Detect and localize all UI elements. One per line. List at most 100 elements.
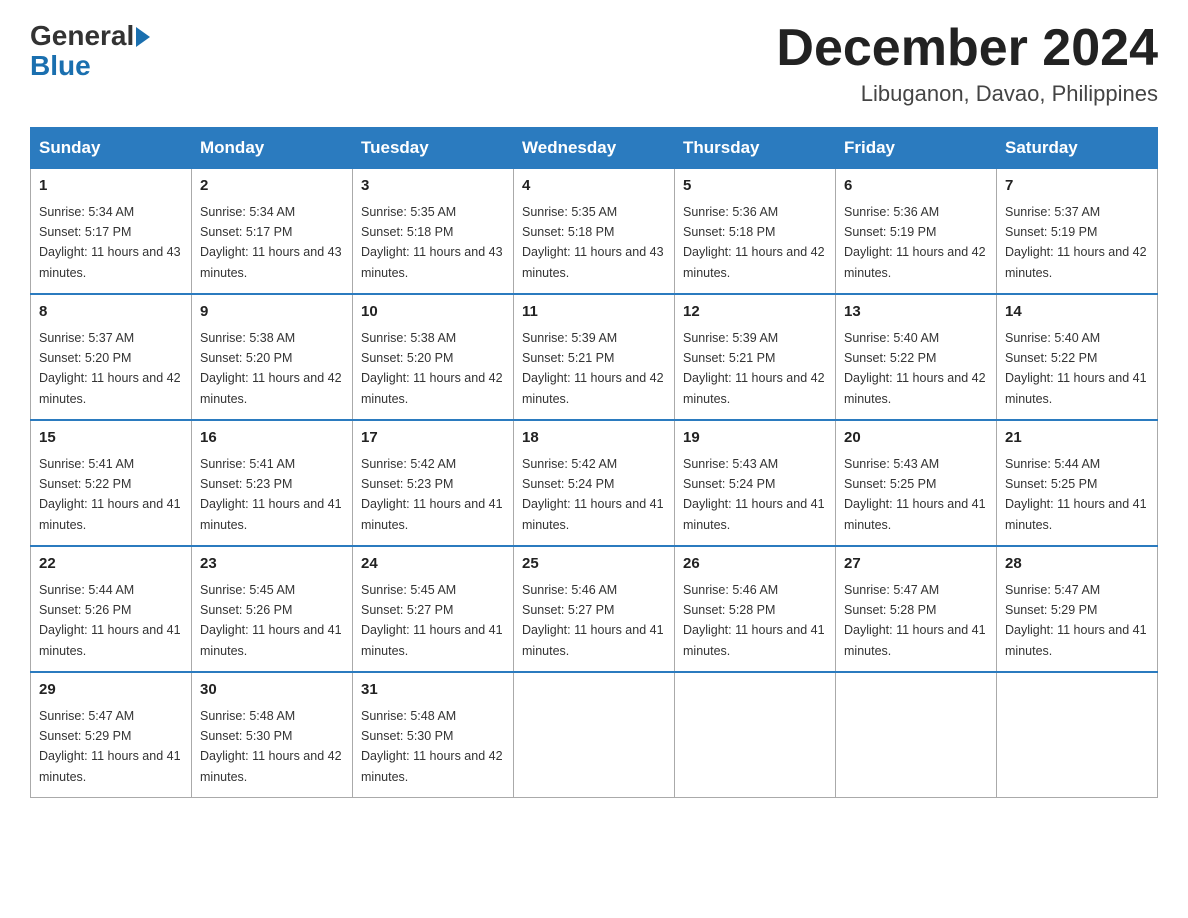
calendar-header-saturday: Saturday — [997, 128, 1158, 169]
day-info: Sunrise: 5:43 AMSunset: 5:25 PMDaylight:… — [844, 457, 986, 532]
logo-blue-part — [134, 25, 150, 47]
calendar-cell: 3 Sunrise: 5:35 AMSunset: 5:18 PMDayligh… — [353, 169, 514, 295]
day-number: 22 — [39, 553, 183, 576]
day-number: 25 — [522, 553, 666, 576]
calendar-cell: 25 Sunrise: 5:46 AMSunset: 5:27 PMDaylig… — [514, 546, 675, 672]
day-number: 8 — [39, 301, 183, 324]
day-info: Sunrise: 5:44 AMSunset: 5:25 PMDaylight:… — [1005, 457, 1147, 532]
calendar-cell: 24 Sunrise: 5:45 AMSunset: 5:27 PMDaylig… — [353, 546, 514, 672]
day-number: 28 — [1005, 553, 1149, 576]
day-info: Sunrise: 5:41 AMSunset: 5:22 PMDaylight:… — [39, 457, 181, 532]
day-info: Sunrise: 5:36 AMSunset: 5:19 PMDaylight:… — [844, 205, 986, 280]
day-info: Sunrise: 5:38 AMSunset: 5:20 PMDaylight:… — [361, 331, 503, 406]
calendar-cell — [514, 672, 675, 798]
calendar-cell: 5 Sunrise: 5:36 AMSunset: 5:18 PMDayligh… — [675, 169, 836, 295]
day-number: 16 — [200, 427, 344, 450]
day-info: Sunrise: 5:46 AMSunset: 5:27 PMDaylight:… — [522, 583, 664, 658]
title-section: December 2024 Libuganon, Davao, Philippi… — [776, 20, 1158, 107]
logo-blue-text: Blue — [30, 50, 91, 82]
calendar-week-row: 15 Sunrise: 5:41 AMSunset: 5:22 PMDaylig… — [31, 420, 1158, 546]
calendar-cell: 13 Sunrise: 5:40 AMSunset: 5:22 PMDaylig… — [836, 294, 997, 420]
calendar-cell: 28 Sunrise: 5:47 AMSunset: 5:29 PMDaylig… — [997, 546, 1158, 672]
calendar-header-row: SundayMondayTuesdayWednesdayThursdayFrid… — [31, 128, 1158, 169]
day-number: 18 — [522, 427, 666, 450]
day-info: Sunrise: 5:35 AMSunset: 5:18 PMDaylight:… — [522, 205, 664, 280]
day-number: 6 — [844, 175, 988, 198]
day-number: 24 — [361, 553, 505, 576]
calendar-cell — [675, 672, 836, 798]
calendar-cell: 31 Sunrise: 5:48 AMSunset: 5:30 PMDaylig… — [353, 672, 514, 798]
day-number: 30 — [200, 679, 344, 702]
calendar-cell: 9 Sunrise: 5:38 AMSunset: 5:20 PMDayligh… — [192, 294, 353, 420]
day-info: Sunrise: 5:42 AMSunset: 5:24 PMDaylight:… — [522, 457, 664, 532]
calendar-header-friday: Friday — [836, 128, 997, 169]
calendar-cell: 26 Sunrise: 5:46 AMSunset: 5:28 PMDaylig… — [675, 546, 836, 672]
calendar-cell: 7 Sunrise: 5:37 AMSunset: 5:19 PMDayligh… — [997, 169, 1158, 295]
calendar-cell: 1 Sunrise: 5:34 AMSunset: 5:17 PMDayligh… — [31, 169, 192, 295]
calendar-week-row: 1 Sunrise: 5:34 AMSunset: 5:17 PMDayligh… — [31, 169, 1158, 295]
day-number: 4 — [522, 175, 666, 198]
calendar-cell: 27 Sunrise: 5:47 AMSunset: 5:28 PMDaylig… — [836, 546, 997, 672]
day-info: Sunrise: 5:41 AMSunset: 5:23 PMDaylight:… — [200, 457, 342, 532]
day-info: Sunrise: 5:47 AMSunset: 5:28 PMDaylight:… — [844, 583, 986, 658]
day-number: 3 — [361, 175, 505, 198]
day-number: 23 — [200, 553, 344, 576]
day-info: Sunrise: 5:47 AMSunset: 5:29 PMDaylight:… — [39, 709, 181, 784]
day-number: 19 — [683, 427, 827, 450]
calendar-cell — [836, 672, 997, 798]
day-number: 20 — [844, 427, 988, 450]
day-info: Sunrise: 5:43 AMSunset: 5:24 PMDaylight:… — [683, 457, 825, 532]
calendar-cell: 11 Sunrise: 5:39 AMSunset: 5:21 PMDaylig… — [514, 294, 675, 420]
day-info: Sunrise: 5:39 AMSunset: 5:21 PMDaylight:… — [522, 331, 664, 406]
calendar-header-tuesday: Tuesday — [353, 128, 514, 169]
calendar-cell: 19 Sunrise: 5:43 AMSunset: 5:24 PMDaylig… — [675, 420, 836, 546]
day-number: 27 — [844, 553, 988, 576]
calendar-cell — [997, 672, 1158, 798]
calendar-header-wednesday: Wednesday — [514, 128, 675, 169]
day-info: Sunrise: 5:35 AMSunset: 5:18 PMDaylight:… — [361, 205, 503, 280]
day-number: 14 — [1005, 301, 1149, 324]
calendar-cell: 14 Sunrise: 5:40 AMSunset: 5:22 PMDaylig… — [997, 294, 1158, 420]
day-number: 31 — [361, 679, 505, 702]
day-number: 5 — [683, 175, 827, 198]
calendar-cell: 21 Sunrise: 5:44 AMSunset: 5:25 PMDaylig… — [997, 420, 1158, 546]
day-info: Sunrise: 5:40 AMSunset: 5:22 PMDaylight:… — [1005, 331, 1147, 406]
day-number: 9 — [200, 301, 344, 324]
calendar-table: SundayMondayTuesdayWednesdayThursdayFrid… — [30, 127, 1158, 798]
calendar-cell: 30 Sunrise: 5:48 AMSunset: 5:30 PMDaylig… — [192, 672, 353, 798]
day-info: Sunrise: 5:37 AMSunset: 5:19 PMDaylight:… — [1005, 205, 1147, 280]
page-header: General Blue December 2024 Libuganon, Da… — [30, 20, 1158, 107]
day-info: Sunrise: 5:39 AMSunset: 5:21 PMDaylight:… — [683, 331, 825, 406]
day-number: 10 — [361, 301, 505, 324]
day-number: 12 — [683, 301, 827, 324]
day-info: Sunrise: 5:45 AMSunset: 5:27 PMDaylight:… — [361, 583, 503, 658]
calendar-week-row: 22 Sunrise: 5:44 AMSunset: 5:26 PMDaylig… — [31, 546, 1158, 672]
calendar-week-row: 8 Sunrise: 5:37 AMSunset: 5:20 PMDayligh… — [31, 294, 1158, 420]
day-number: 2 — [200, 175, 344, 198]
day-info: Sunrise: 5:38 AMSunset: 5:20 PMDaylight:… — [200, 331, 342, 406]
day-number: 1 — [39, 175, 183, 198]
calendar-cell: 18 Sunrise: 5:42 AMSunset: 5:24 PMDaylig… — [514, 420, 675, 546]
day-info: Sunrise: 5:47 AMSunset: 5:29 PMDaylight:… — [1005, 583, 1147, 658]
logo: General Blue — [30, 20, 150, 82]
calendar-cell: 12 Sunrise: 5:39 AMSunset: 5:21 PMDaylig… — [675, 294, 836, 420]
calendar-header-monday: Monday — [192, 128, 353, 169]
day-number: 17 — [361, 427, 505, 450]
calendar-cell: 29 Sunrise: 5:47 AMSunset: 5:29 PMDaylig… — [31, 672, 192, 798]
calendar-header-sunday: Sunday — [31, 128, 192, 169]
day-info: Sunrise: 5:44 AMSunset: 5:26 PMDaylight:… — [39, 583, 181, 658]
location-title: Libuganon, Davao, Philippines — [776, 81, 1158, 107]
calendar-cell: 2 Sunrise: 5:34 AMSunset: 5:17 PMDayligh… — [192, 169, 353, 295]
calendar-cell: 15 Sunrise: 5:41 AMSunset: 5:22 PMDaylig… — [31, 420, 192, 546]
day-info: Sunrise: 5:48 AMSunset: 5:30 PMDaylight:… — [361, 709, 503, 784]
day-info: Sunrise: 5:37 AMSunset: 5:20 PMDaylight:… — [39, 331, 181, 406]
day-info: Sunrise: 5:42 AMSunset: 5:23 PMDaylight:… — [361, 457, 503, 532]
logo-general-text: General — [30, 20, 134, 52]
day-info: Sunrise: 5:34 AMSunset: 5:17 PMDaylight:… — [39, 205, 181, 280]
day-info: Sunrise: 5:45 AMSunset: 5:26 PMDaylight:… — [200, 583, 342, 658]
calendar-cell: 22 Sunrise: 5:44 AMSunset: 5:26 PMDaylig… — [31, 546, 192, 672]
calendar-cell: 16 Sunrise: 5:41 AMSunset: 5:23 PMDaylig… — [192, 420, 353, 546]
day-number: 13 — [844, 301, 988, 324]
calendar-week-row: 29 Sunrise: 5:47 AMSunset: 5:29 PMDaylig… — [31, 672, 1158, 798]
day-number: 15 — [39, 427, 183, 450]
